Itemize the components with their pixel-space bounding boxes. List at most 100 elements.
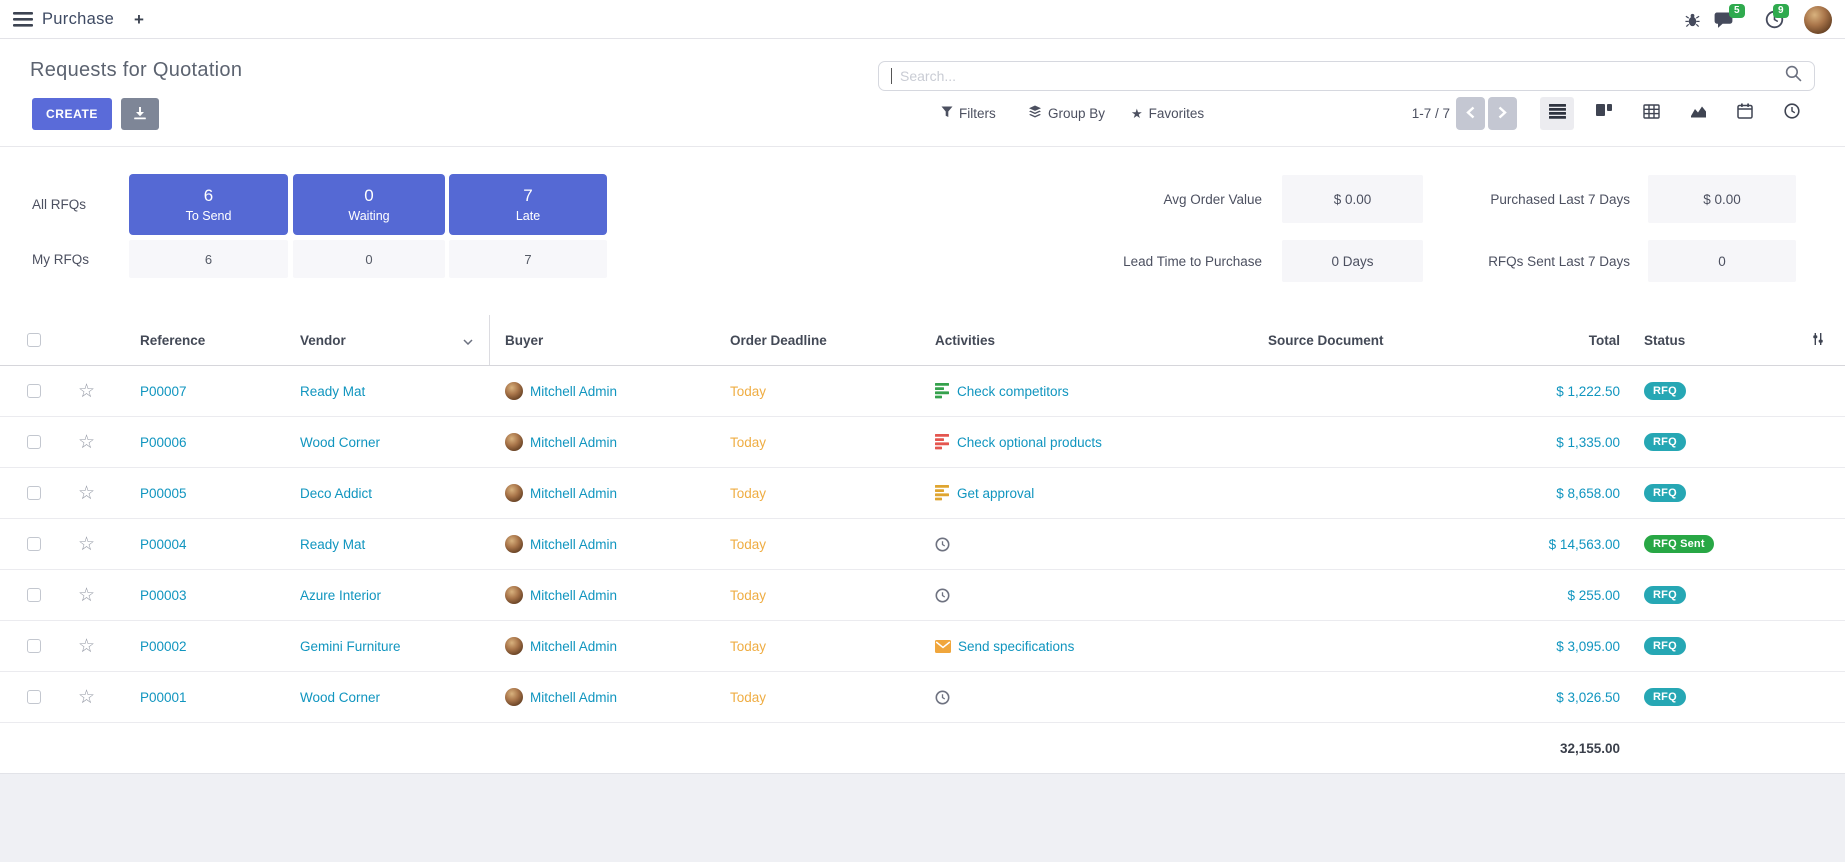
buyer-link[interactable]: Mitchell Admin (530, 435, 617, 450)
row-checkbox[interactable] (27, 639, 41, 653)
reference-link[interactable]: P00004 (140, 537, 187, 552)
calendar-view-icon (1737, 103, 1753, 124)
view-list-button[interactable] (1540, 97, 1574, 130)
header-buyer[interactable]: Buyer (490, 315, 725, 365)
view-calendar-button[interactable] (1728, 97, 1762, 130)
activities-count-badge: 9 (1773, 4, 1789, 18)
table-row[interactable]: ☆ P00003 Azure Interior Mitchell Admin T… (0, 570, 1845, 621)
row-checkbox[interactable] (27, 537, 41, 551)
card-late[interactable]: 7 Late (449, 174, 607, 235)
search-icon[interactable] (1785, 65, 1802, 87)
clock-icon[interactable] (935, 588, 950, 603)
buyer-link[interactable]: Mitchell Admin (530, 639, 617, 654)
row-checkbox[interactable] (27, 486, 41, 500)
buyer-link[interactable]: Mitchell Admin (530, 588, 617, 603)
search-bar[interactable] (878, 61, 1815, 91)
row-checkbox[interactable] (27, 588, 41, 602)
table-row[interactable]: ☆ P00005 Deco Addict Mitchell Admin Toda… (0, 468, 1845, 519)
table-row[interactable]: ☆ P00006 Wood Corner Mitchell Admin Toda… (0, 417, 1845, 468)
create-button[interactable]: CREATE (32, 98, 112, 130)
status-badge: RFQ (1644, 688, 1686, 706)
vendor-link[interactable]: Deco Addict (300, 486, 372, 501)
footer-total: 32,155.00 (1510, 723, 1630, 773)
row-checkbox[interactable] (27, 435, 41, 449)
favorites-label: Favorites (1149, 106, 1205, 121)
table-row[interactable]: ☆ P00001 Wood Corner Mitchell Admin Toda… (0, 672, 1845, 723)
app-title[interactable]: Purchase (42, 0, 114, 39)
buyer-link[interactable]: Mitchell Admin (530, 486, 617, 501)
new-tab-button[interactable]: + (134, 0, 144, 39)
pager-previous-button[interactable] (1456, 97, 1485, 130)
clock-icon[interactable] (935, 690, 950, 705)
table-row[interactable]: ☆ P00002 Gemini Furniture Mitchell Admin… (0, 621, 1845, 672)
buyer-link[interactable]: Mitchell Admin (530, 537, 617, 552)
card-waiting[interactable]: 0 Waiting (293, 174, 445, 235)
favorite-star-icon[interactable]: ☆ (78, 586, 95, 605)
view-graph-button[interactable] (1681, 97, 1715, 130)
apps-menu-icon[interactable] (13, 12, 33, 32)
my-late-count[interactable]: 7 (449, 240, 607, 278)
search-input[interactable] (900, 68, 1777, 84)
activity-label[interactable]: Check competitors (957, 384, 1069, 399)
export-button[interactable] (121, 98, 159, 130)
favorite-star-icon[interactable]: ☆ (78, 688, 95, 707)
page-background (0, 773, 1845, 862)
row-checkbox[interactable] (27, 690, 41, 704)
vendor-link[interactable]: Ready Mat (300, 384, 365, 399)
tasks-icon-green[interactable] (935, 383, 950, 399)
buyer-link[interactable]: Mitchell Admin (530, 690, 617, 705)
pager-next-button[interactable] (1488, 97, 1517, 130)
favorites-button[interactable]: ★ Favorites (1131, 97, 1204, 130)
header-source-document[interactable]: Source Document (1240, 315, 1510, 365)
activity-label[interactable]: Check optional products (957, 435, 1102, 450)
favorite-star-icon[interactable]: ☆ (78, 637, 95, 656)
row-checkbox[interactable] (27, 384, 41, 398)
chevron-down-icon[interactable] (463, 333, 473, 348)
my-to-send-count[interactable]: 6 (129, 240, 288, 278)
header-status[interactable]: Status (1630, 315, 1790, 365)
vendor-link[interactable]: Azure Interior (300, 588, 381, 603)
favorite-star-icon[interactable]: ☆ (78, 382, 95, 401)
table-row[interactable]: ☆ P00004 Ready Mat Mitchell Admin Today … (0, 519, 1845, 570)
vendor-link[interactable]: Gemini Furniture (300, 639, 401, 654)
vendor-link[interactable]: Wood Corner (300, 435, 380, 450)
tasks-icon-yellow[interactable] (935, 485, 950, 501)
reference-link[interactable]: P00003 (140, 588, 187, 603)
chevron-right-icon (1498, 106, 1507, 122)
user-avatar[interactable] (1804, 6, 1832, 34)
header-reference[interactable]: Reference (105, 315, 295, 365)
adjust-columns-icon[interactable] (1811, 332, 1825, 349)
reference-link[interactable]: P00007 (140, 384, 187, 399)
reference-link[interactable]: P00005 (140, 486, 187, 501)
my-waiting-count[interactable]: 0 (293, 240, 445, 278)
favorite-star-icon[interactable]: ☆ (78, 535, 95, 554)
favorite-star-icon[interactable]: ☆ (78, 484, 95, 503)
envelope-icon[interactable] (935, 640, 951, 653)
vendor-link[interactable]: Ready Mat (300, 537, 365, 552)
view-activity-button[interactable] (1775, 97, 1809, 130)
select-all-checkbox[interactable] (27, 333, 41, 347)
reference-link[interactable]: P00006 (140, 435, 187, 450)
vendor-link[interactable]: Wood Corner (300, 690, 380, 705)
buyer-avatar (505, 433, 523, 451)
debug-bug-icon[interactable] (1680, 0, 1704, 39)
activity-label[interactable]: Send specifications (958, 639, 1074, 654)
favorite-star-icon[interactable]: ☆ (78, 433, 95, 452)
header-total[interactable]: Total (1510, 315, 1630, 365)
clock-icon[interactable] (935, 537, 950, 552)
view-pivot-button[interactable] (1634, 97, 1668, 130)
filters-button[interactable]: Filters (941, 97, 996, 130)
view-kanban-button[interactable] (1587, 97, 1621, 130)
table-row[interactable]: ☆ P00007 Ready Mat Mitchell Admin Today … (0, 366, 1845, 417)
activity-label[interactable]: Get approval (957, 486, 1034, 501)
buyer-link[interactable]: Mitchell Admin (530, 384, 617, 399)
reference-link[interactable]: P00001 (140, 690, 187, 705)
header-activities[interactable]: Activities (930, 315, 1240, 365)
header-order-deadline[interactable]: Order Deadline (725, 315, 930, 365)
header-vendor[interactable]: Vendor (295, 315, 490, 365)
card-to-send[interactable]: 6 To Send (129, 174, 288, 235)
reference-link[interactable]: P00002 (140, 639, 187, 654)
tasks-icon-red[interactable] (935, 434, 950, 450)
group-by-button[interactable]: Group By (1028, 97, 1105, 130)
total-amount: $ 1,222.50 (1556, 384, 1620, 399)
